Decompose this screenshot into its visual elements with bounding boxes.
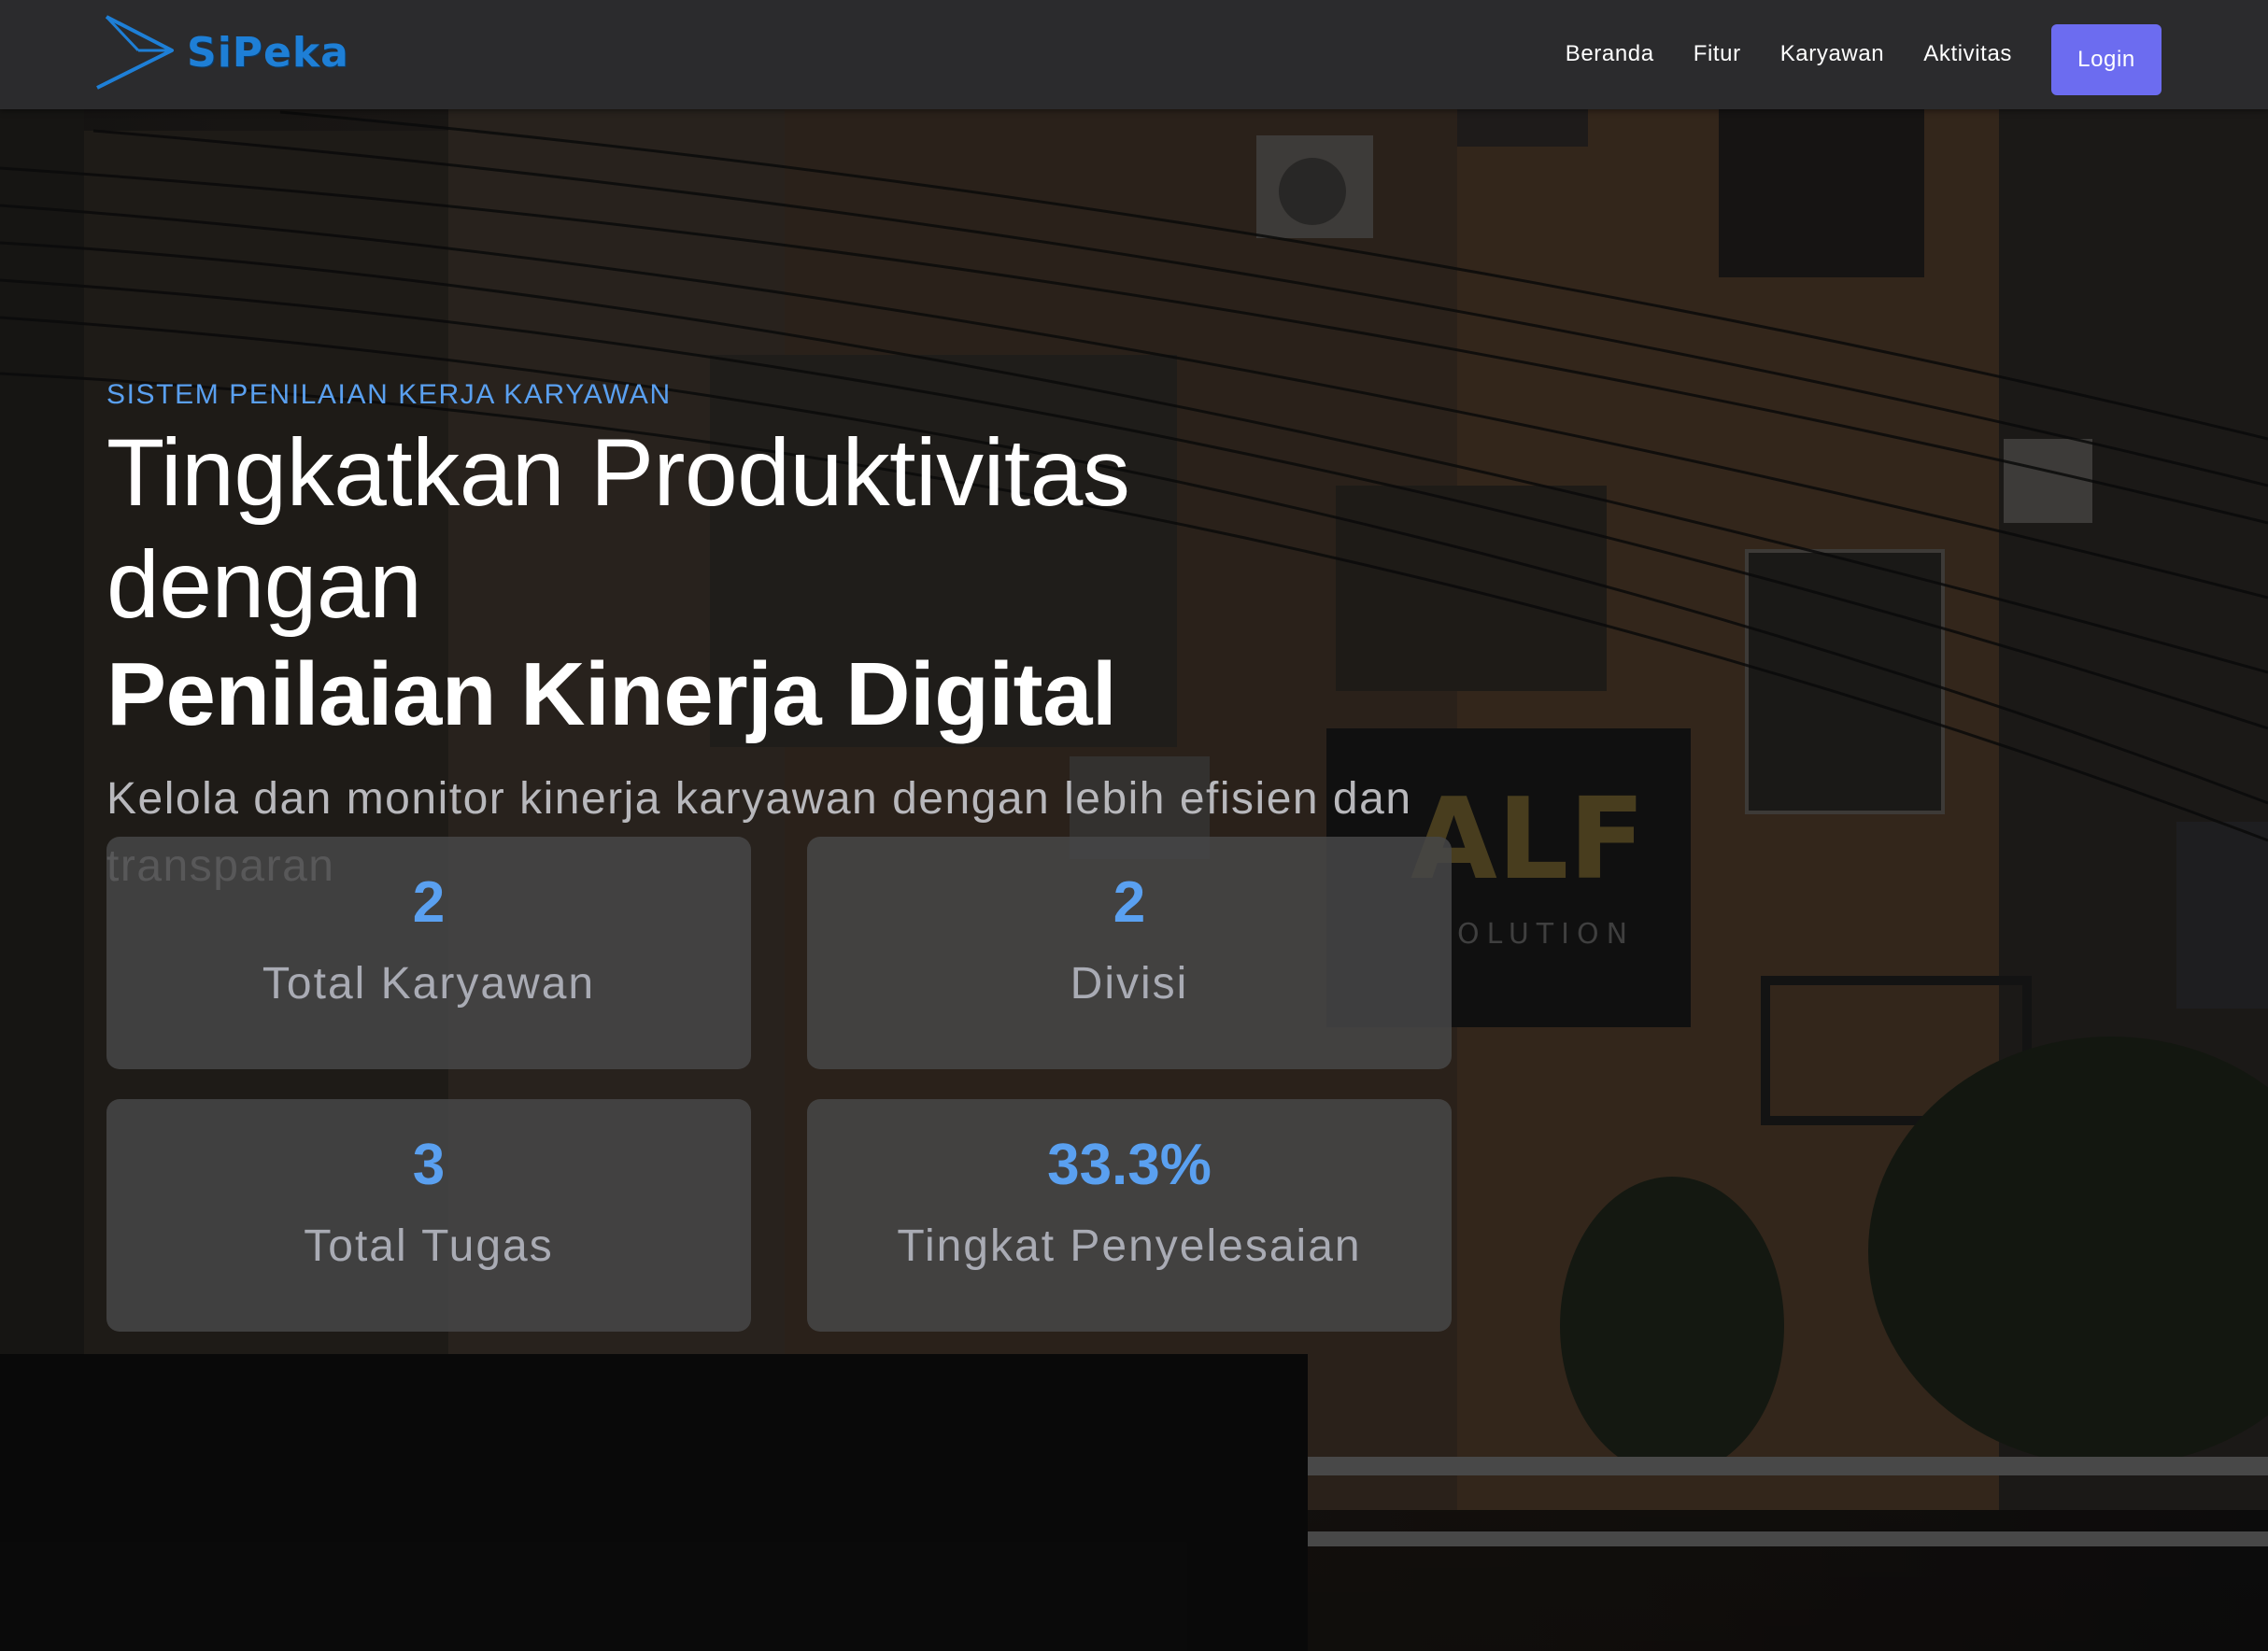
nav-link-beranda[interactable]: Beranda	[1566, 41, 1654, 67]
brand-logo[interactable]: SiPeka	[93, 13, 349, 92]
stat-card-total-tugas: 3 Total Tugas	[106, 1099, 751, 1332]
stat-label: Total Tugas	[304, 1221, 554, 1271]
nav-links: Beranda Fitur Karyawan Aktivitas Login	[1566, 24, 2162, 95]
brand-name: SiPeka	[187, 28, 349, 77]
stat-value: 2	[1113, 870, 1146, 935]
stat-value: 2	[412, 870, 446, 935]
nav-link-fitur[interactable]: Fitur	[1694, 41, 1741, 67]
nav-link-karyawan[interactable]: Karyawan	[1780, 41, 1885, 67]
hero-headline-line1: Tingkatkan Produktivitas dengan	[106, 419, 1130, 638]
stat-value: 3	[412, 1133, 446, 1197]
stat-label: Tingkat Penyelesaian	[897, 1221, 1362, 1271]
stat-card-total-karyawan: 2 Total Karyawan	[106, 837, 751, 1069]
stat-card-tingkat-penyelesaian: 33.3% Tingkat Penyelesaian	[807, 1099, 1452, 1332]
hero-section: SISTEM PENILAIAN KERJA KARYAWAN Tingkatk…	[106, 374, 1470, 900]
logo-arrow-icon	[96, 15, 174, 90]
hero-headline: Tingkatkan Produktivitas dengan Penilaia…	[106, 416, 1470, 749]
stat-label: Total Karyawan	[262, 959, 596, 1009]
login-button[interactable]: Login	[2051, 24, 2162, 95]
stat-card-divisi: 2 Divisi	[807, 837, 1452, 1069]
stat-value: 33.3%	[1047, 1133, 1212, 1197]
navbar: SiPeka Beranda Fitur Karyawan Aktivitas …	[0, 0, 2268, 109]
nav-link-aktivitas[interactable]: Aktivitas	[1923, 41, 2012, 67]
stat-label: Divisi	[1070, 959, 1189, 1009]
stats-grid: 2 Total Karyawan 2 Divisi 3 Total Tugas …	[106, 837, 1453, 1332]
hero-eyebrow: SISTEM PENILAIAN KERJA KARYAWAN	[106, 379, 672, 410]
hero-headline-line2: Penilaian Kinerja Digital	[106, 644, 1117, 744]
